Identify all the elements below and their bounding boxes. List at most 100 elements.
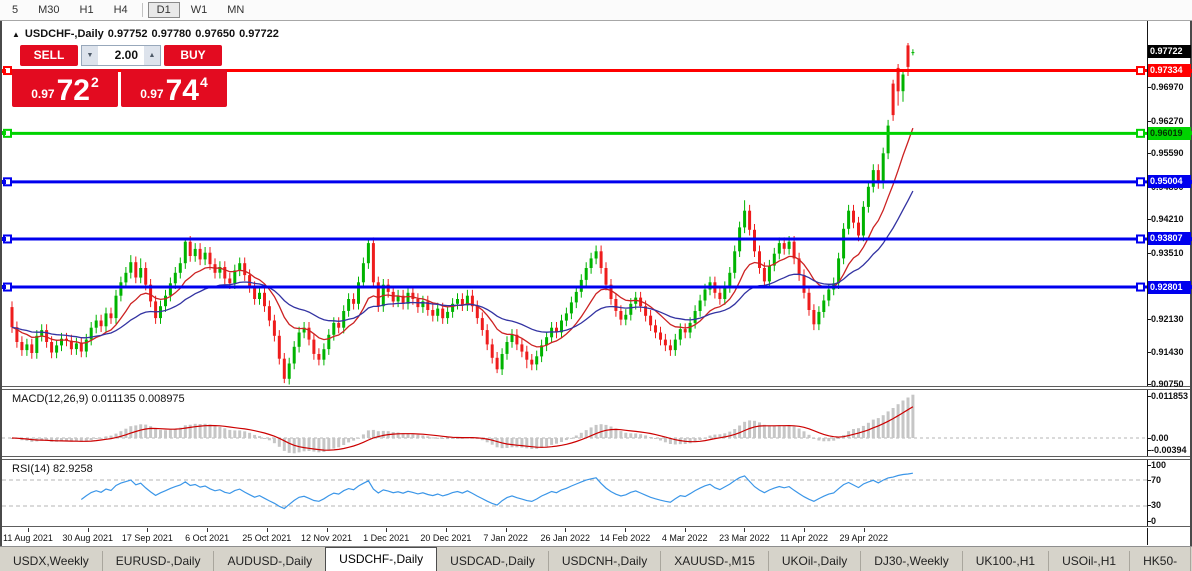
time-tick	[207, 528, 208, 532]
time-tick-label: 25 Oct 2021	[242, 533, 291, 543]
buy-quote-button[interactable]: 0.97744	[121, 69, 227, 107]
time-axis[interactable]: 11 Aug 2021 30 Aug 2021 17 Sep 2021 6 Oct 2…	[2, 528, 1147, 545]
price-level-badge: 0.92801	[1148, 281, 1191, 294]
chart-tab-xauusd-m15[interactable]: XAUUSD-,M15	[660, 551, 768, 571]
chart-tab-hk50-[interactable]: HK50-	[1129, 551, 1190, 571]
ohlc-open: 0.97752	[108, 28, 148, 40]
chart-tab-usdx-weekly[interactable]: USDX,Weekly	[0, 551, 102, 571]
price-tick-label: 0.95590	[1151, 148, 1184, 159]
rsi-tick-label: 30	[1151, 500, 1161, 511]
chart-tab-usoil-h1[interactable]: USOil-,H1	[1048, 551, 1129, 571]
time-tick	[685, 528, 686, 532]
chart-tab-usdchf-daily[interactable]: USDCHF-,Daily	[325, 547, 437, 571]
time-tick	[88, 528, 89, 532]
timeframe-button-mn[interactable]: MN	[218, 2, 253, 18]
volume-input[interactable]: 2.00	[98, 46, 144, 65]
price-tick-label: 0.93510	[1151, 248, 1184, 259]
price-tick-label: 0.92130	[1151, 314, 1184, 325]
time-axis-corner	[1147, 528, 1190, 545]
hline-frame-marker	[1188, 131, 1192, 135]
time-tick	[864, 528, 865, 532]
one-click-trading-panel: SELL ▼ 2.00 ▲ BUY 0.97722 0.977	[12, 45, 230, 107]
time-tick-label: 4 Mar 2022	[662, 533, 708, 543]
time-tick	[28, 528, 29, 532]
time-tick-label: 29 Apr 2022	[840, 533, 889, 543]
time-tick-label: 1 Dec 2021	[363, 533, 409, 543]
hline-frame-marker	[2, 69, 6, 73]
sell-button[interactable]: SELL	[20, 45, 78, 66]
chart-title: ▲USDCHF-,Daily0.977520.977800.976500.977…	[12, 28, 283, 40]
time-tick-label: 12 Nov 2021	[301, 533, 352, 543]
hline-frame-marker	[1188, 285, 1192, 289]
time-tick	[327, 528, 328, 532]
chart-window: ▲USDCHF-,Daily0.977520.977800.976500.977…	[0, 21, 1192, 546]
buy-price-prefix: 0.97	[140, 87, 163, 101]
hline-frame-marker	[1188, 69, 1192, 73]
time-tick	[386, 528, 387, 532]
timeframe-button-h1[interactable]: H1	[71, 2, 103, 18]
time-tick-label: 30 Aug 2021	[62, 533, 113, 543]
time-tick	[744, 528, 745, 532]
sell-price-sup: 2	[91, 74, 99, 90]
chart-tab-dj30-weekly[interactable]: DJ30-,Weekly	[860, 551, 961, 571]
time-tick-label: 6 Oct 2021	[185, 533, 229, 543]
sell-price-big: 72	[57, 78, 90, 104]
hline-frame-marker	[2, 180, 6, 184]
time-tick-label: 23 Mar 2022	[719, 533, 770, 543]
macd-label: MACD(12,26,9) 0.011135 0.008975	[12, 393, 185, 405]
time-tick	[565, 528, 566, 532]
rsi-tick-label: 100	[1151, 460, 1166, 471]
buy-price-big: 74	[166, 78, 199, 104]
time-tick	[147, 528, 148, 532]
rsi-tick-label: 70	[1151, 475, 1161, 486]
sell-price-prefix: 0.97	[31, 87, 54, 101]
volume-decrease-icon[interactable]: ▼	[82, 46, 98, 65]
rsi-pane[interactable]: RSI(14) 82.9258	[2, 460, 1147, 526]
chart-tab-audusd-daily[interactable]: AUDUSD-,Daily	[213, 551, 325, 571]
price-level-badge: 0.93807	[1148, 232, 1191, 245]
time-tick-label: 11 Apr 2022	[780, 533, 828, 543]
volume-increase-icon[interactable]: ▲	[144, 46, 160, 65]
chart-collapse-icon[interactable]: ▲	[12, 30, 20, 39]
trading-terminal-window: 5M30H1H4 D1W1MN ▲ USDCHF-,Daily 0.97752 0.97…	[0, 0, 1192, 571]
timeframe-button-5[interactable]: 5	[3, 2, 27, 18]
timeframe-button-w1[interactable]: W1	[182, 2, 217, 18]
macd-pane[interactable]: MACD(12,26,9) 0.011135 0.008975	[2, 390, 1147, 456]
chart-tab-usdcnh-daily[interactable]: USDCNH-,Daily	[548, 551, 660, 571]
price-tick-label: 0.96270	[1151, 116, 1184, 127]
rsi-axis: 10070300	[1147, 460, 1190, 526]
buy-button[interactable]: BUY	[164, 45, 222, 66]
macd-name: MACD(12,26,9)	[12, 393, 88, 405]
sell-quote-button[interactable]: 0.97722	[12, 69, 118, 107]
chart-tab-uk100-h1[interactable]: UK100-,H1	[962, 551, 1048, 571]
timeframe-button-h4[interactable]: H4	[105, 2, 137, 18]
ohlc-low: 0.97650	[195, 28, 235, 40]
timeframe-toolbar: 5M30H1H4 D1W1MN	[0, 0, 1192, 21]
hline-frame-marker	[1188, 237, 1192, 241]
chart-tab-ukoil-daily[interactable]: UKOil-,Daily	[768, 551, 860, 571]
macd-tick-label: 0.011853	[1151, 391, 1188, 402]
rsi-value: 82.9258	[53, 463, 93, 475]
chart-symbol-period: USDCHF-,Daily	[25, 28, 104, 40]
hline-frame-marker	[2, 131, 6, 135]
timeframe-button-m30[interactable]: M30	[29, 2, 68, 18]
time-tick-label: 26 Jan 2022	[541, 533, 591, 543]
macd-tick-label: -0.00394	[1151, 445, 1187, 456]
macd-tick-label: 0.00	[1151, 433, 1169, 444]
time-tick-label: 17 Sep 2021	[122, 533, 173, 543]
chart-tab-eurusd-daily[interactable]: EURUSD-,Daily	[102, 551, 214, 571]
rsi-name: RSI(14)	[12, 463, 50, 475]
timeframe-button-d1[interactable]: D1	[148, 2, 180, 18]
time-tick-label: 11 Aug 2021	[3, 533, 53, 543]
price-tick-label: 0.91430	[1151, 347, 1184, 358]
main-chart[interactable]: ▲USDCHF-,Daily0.977520.977800.976500.977…	[2, 21, 1147, 386]
chart-tab-usdcad-daily[interactable]: USDCAD-,Daily	[437, 551, 548, 571]
toolbar-separator	[142, 3, 143, 17]
price-tick-label: 0.94210	[1151, 214, 1184, 225]
buy-price-sup: 4	[200, 74, 208, 90]
price-axis[interactable]: 0.969700.962700.955900.948900.942100.935…	[1147, 21, 1190, 386]
time-tick	[804, 528, 805, 532]
hline-frame-marker	[2, 285, 6, 289]
price-level-badge: 0.95004	[1148, 175, 1191, 188]
time-tick	[625, 528, 626, 532]
